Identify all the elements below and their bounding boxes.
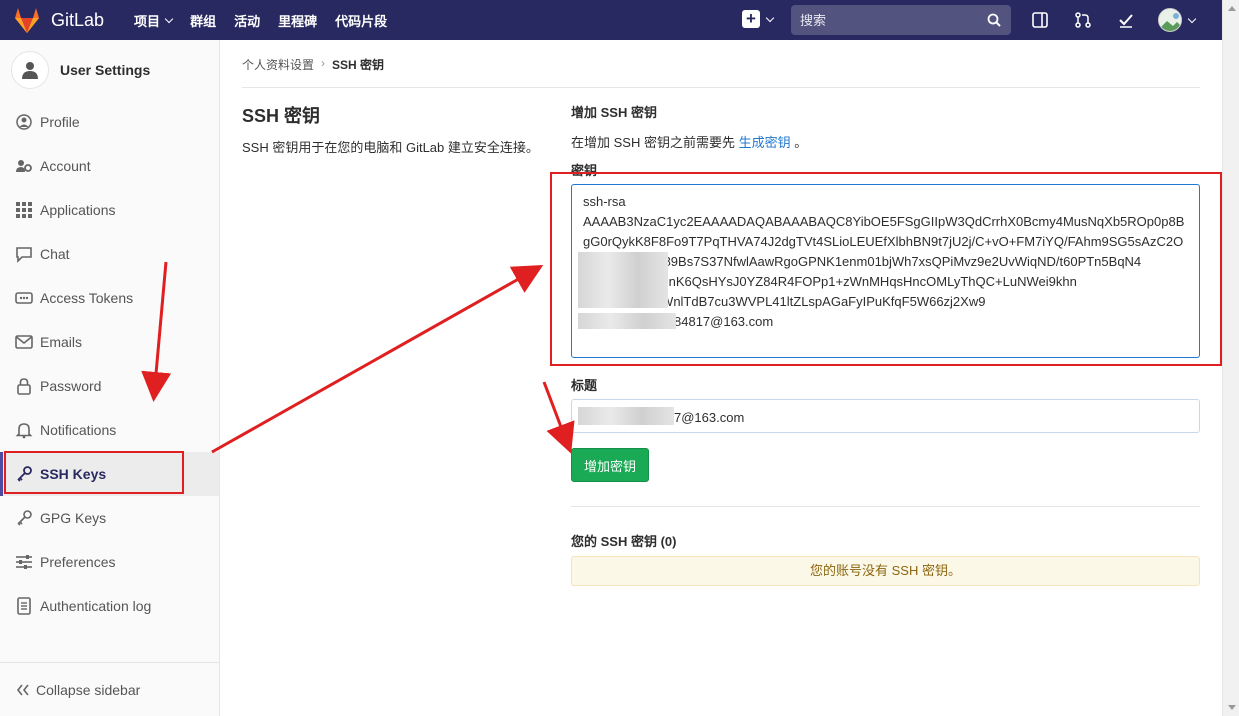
gitlab-logo-icon (15, 8, 39, 33)
form-description-text: 在增加 SSH 密钥之前需要先 (571, 135, 735, 150)
sidebar-item-label: Chat (40, 246, 70, 262)
sidebar-item-authentication-log[interactable]: Authentication log (0, 584, 219, 628)
divider (571, 506, 1200, 507)
form-description-suffix: 。 (794, 135, 808, 150)
empty-keys-alert: 您的账号没有 SSH 密钥。 (571, 556, 1200, 586)
brand-name: GitLab (51, 9, 105, 30)
sidebar-item-chat[interactable]: Chat (0, 232, 219, 276)
merge-request-icon[interactable] (1074, 11, 1092, 29)
annotation-box (4, 451, 184, 494)
sidebar-item-preferences[interactable]: Preferences (0, 540, 219, 584)
intro-column: SSH 密钥 SSH 密钥用于在您的电脑和 GitLab 建立安全连接。 (242, 102, 542, 158)
top-navbar: GitLab 项目 群组 活动 里程碑 代码片段 + (0, 0, 1222, 40)
sidebar-item-notifications[interactable]: Notifications (0, 408, 219, 452)
breadcrumb-parent[interactable]: 个人资料设置 (242, 56, 314, 73)
sidebar-item-account[interactable]: Account (0, 144, 219, 188)
sidebar-item-label: Preferences (40, 554, 116, 570)
sidebar-item-label: Access Tokens (40, 290, 134, 306)
preferences-icon (16, 555, 32, 569)
page-description: SSH 密钥用于在您的电脑和 GitLab 建立安全连接。 (242, 140, 539, 155)
page-title: SSH 密钥 (242, 106, 321, 126)
chat-icon (16, 247, 32, 263)
breadcrumb-current[interactable]: SSH 密钥 (332, 56, 384, 73)
lock-icon (17, 378, 31, 395)
sidebar-item-applications[interactable]: Applications (0, 188, 219, 232)
add-key-form: 增加 SSH 密钥 在增加 SSH 密钥之前需要先 生成密钥 。 密钥 ssh-… (571, 102, 1200, 586)
nav-projects[interactable]: 项目 (134, 11, 174, 30)
blurred-region (578, 407, 674, 425)
sidebar-item-profile[interactable]: Profile (0, 100, 219, 144)
log-icon (17, 597, 31, 615)
key-icon (17, 510, 32, 526)
nav-snippets[interactable]: 代码片段 (335, 11, 387, 30)
title-label: 标题 (571, 378, 598, 393)
scroll-down-arrow-icon[interactable] (1228, 705, 1236, 710)
nav-groups[interactable]: 群组 (190, 11, 216, 30)
sidebar-item-label: GPG Keys (40, 510, 107, 526)
sidebar-toggle-icon[interactable] (1031, 11, 1049, 29)
sidebar-item-gpg-keys[interactable]: GPG Keys (0, 496, 219, 540)
breadcrumb-separator-icon: › (321, 56, 326, 70)
collapse-sidebar-label: Collapse sidebar (36, 681, 141, 698)
sidebar-title: User Settings (60, 62, 151, 78)
user-menu[interactable] (1158, 8, 1197, 32)
double-chevron-left-icon (16, 684, 29, 695)
chevron-down-icon (1187, 14, 1197, 23)
search-input[interactable] (791, 12, 971, 28)
your-keys-title: 您的 SSH 密钥 (0) (571, 534, 677, 549)
sidebar-item-label: Profile (40, 114, 80, 130)
plus-icon: + (742, 10, 760, 28)
todo-check-icon[interactable] (1117, 11, 1135, 29)
sidebar-item-label: Emails (40, 334, 83, 350)
chevron-down-icon (164, 14, 174, 23)
bell-icon (15, 423, 33, 439)
sidebar-item-label: Account (40, 158, 91, 174)
form-title: 增加 SSH 密钥 (571, 105, 657, 120)
annotation-box (550, 172, 1222, 366)
search-field[interactable] (791, 5, 1011, 35)
new-item-dropdown[interactable]: + (742, 10, 775, 28)
account-icon (16, 160, 32, 172)
profile-icon (16, 114, 32, 130)
generate-key-link[interactable]: 生成密钥 (739, 135, 791, 150)
sidebar-item-label: Applications (40, 202, 116, 218)
breadcrumb: 个人资料设置 › SSH 密钥 (242, 56, 1200, 88)
sidebar-item-access-tokens[interactable]: Access Tokens (0, 276, 219, 320)
sidebar-item-password[interactable]: Password (0, 364, 219, 408)
gitlab-home-link[interactable]: GitLab (12, 6, 104, 34)
page-scrollbar[interactable] (1222, 0, 1239, 716)
collapse-sidebar-button[interactable]: Collapse sidebar (0, 662, 219, 716)
emails-icon (15, 335, 33, 349)
form-description: 在增加 SSH 密钥之前需要先 生成密钥 。 (571, 132, 1200, 151)
applications-icon (16, 202, 32, 218)
settings-sidebar: User Settings Profile Account Applicatio… (0, 40, 220, 716)
chevron-down-icon (765, 13, 775, 22)
sidebar-item-label: Notifications (40, 422, 117, 438)
sidebar-item-emails[interactable]: Emails (0, 320, 219, 364)
sidebar-header[interactable]: User Settings (0, 40, 219, 100)
sidebar-item-label: Password (40, 378, 102, 394)
avatar (1158, 8, 1182, 32)
access-tokens-icon (15, 292, 33, 304)
user-avatar-icon (11, 51, 49, 89)
nav-milestones[interactable]: 里程碑 (278, 11, 317, 30)
add-key-button[interactable]: 增加密钥 (571, 448, 649, 482)
nav-activity[interactable]: 活动 (234, 11, 260, 30)
scroll-up-arrow-icon[interactable] (1228, 6, 1236, 11)
search-icon (987, 13, 1001, 27)
nav-projects-label: 项目 (134, 13, 161, 29)
sidebar-item-label: Authentication log (40, 598, 152, 614)
